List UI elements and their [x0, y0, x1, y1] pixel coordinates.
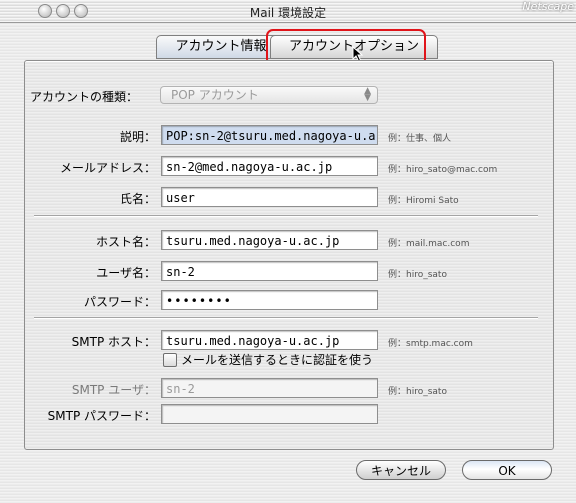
host-label: ホスト名：: [95, 235, 156, 249]
section-divider: [34, 215, 538, 217]
smtp-password-field[interactable]: [161, 404, 378, 424]
smtp-host-field[interactable]: tsuru.med.nagoya-u.ac.jp: [161, 330, 378, 350]
window-title: Mail 環境設定: [249, 6, 327, 20]
updown-arrows-icon: ▲ ▼: [364, 86, 371, 103]
description-field[interactable]: POP:sn-2@tsuru.med.nagoya-u.a: [161, 125, 378, 145]
full-name-example: 例：Hiromi Sato: [388, 196, 459, 206]
description-example: 例：仕事、個人: [388, 134, 452, 144]
account-type-label: アカウントの種類：: [30, 90, 139, 104]
smtp-auth-checkbox[interactable]: [163, 353, 177, 367]
username-example: 例：hiro_sato: [388, 270, 447, 280]
email-example: 例：hiro_sato@mac.com: [388, 165, 498, 175]
email-field[interactable]: sn-2@med.nagoya-u.ac.jp: [161, 156, 378, 176]
section-divider: [34, 317, 538, 319]
username-label: ユーザ名：: [96, 266, 156, 280]
description-label: 説明：: [119, 130, 156, 144]
host-field[interactable]: tsuru.med.nagoya-u.ac.jp: [161, 230, 378, 250]
title-bar: Mail 環境設定 Netscape: [0, 0, 576, 23]
email-label: メールアドレス：: [59, 161, 156, 175]
smtp-user-field[interactable]: sn-2: [161, 378, 378, 398]
full-name-label: 氏名：: [119, 192, 156, 206]
ok-button[interactable]: OK: [462, 460, 552, 480]
background-app-label: Netscape: [522, 0, 574, 13]
password-field[interactable]: ••••••••: [161, 290, 378, 310]
smtp-user-example: 例：hiro_sato: [388, 387, 447, 397]
mail-preferences-window: Mail 環境設定 Netscape アカウント情報 アカウントオプション アカ…: [0, 0, 576, 503]
smtp-auth-checkbox-label[interactable]: メールを送信するときに認証を使う: [181, 351, 373, 368]
tab-account-info-label: アカウント情報: [175, 39, 267, 54]
account-type-select[interactable]: POP アカウント ▲ ▼: [160, 86, 378, 104]
smtp-host-label: SMTP ホスト：: [71, 335, 156, 349]
password-label: パスワード：: [83, 295, 156, 309]
full-name-field[interactable]: user: [161, 187, 378, 207]
host-example: 例：mail.mac.com: [388, 239, 470, 249]
username-field[interactable]: sn-2: [161, 261, 378, 281]
smtp-host-example: 例：smtp.mac.com: [388, 339, 473, 349]
account-type-value: POP アカウント: [171, 88, 259, 102]
smtp-user-label: SMTP ユーザ：: [71, 383, 156, 397]
tab-account-info[interactable]: アカウント情報: [156, 35, 286, 59]
cancel-button[interactable]: キャンセル: [356, 460, 446, 480]
smtp-password-label: SMTP パスワード：: [47, 409, 156, 423]
